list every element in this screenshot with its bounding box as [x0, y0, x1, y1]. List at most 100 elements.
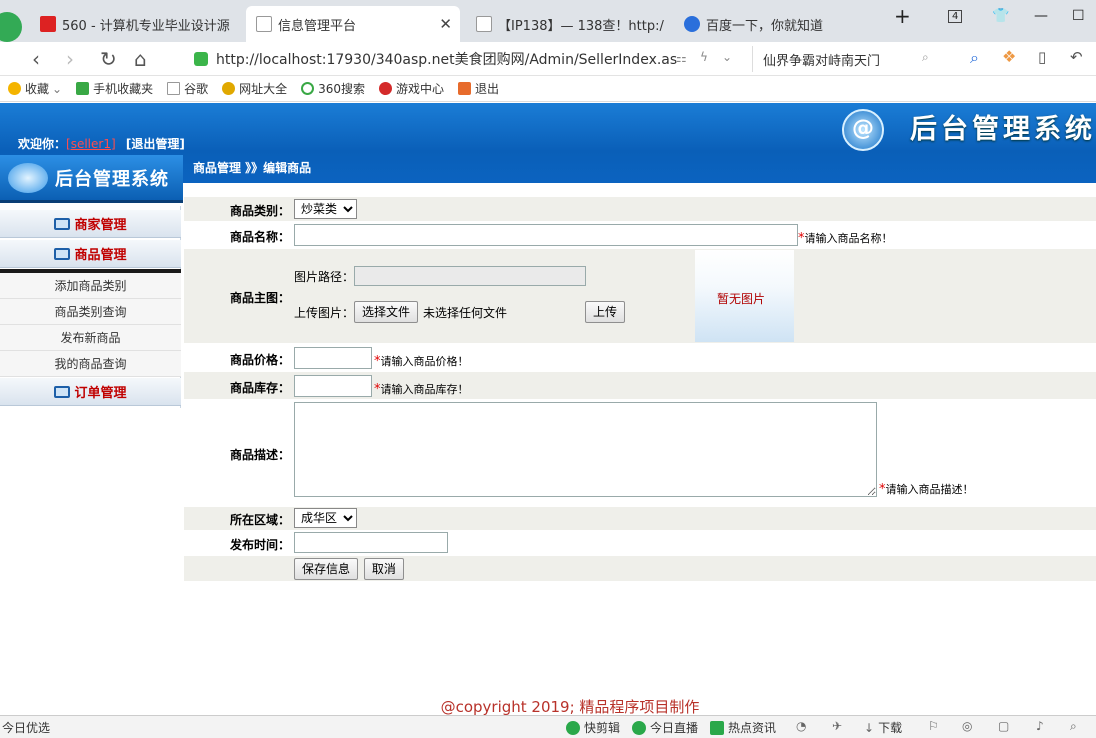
- sidebar-logo: 后台管理系统: [0, 155, 183, 203]
- flag-icon[interactable]: ⚐: [928, 719, 939, 733]
- browser-tab-1[interactable]: 信息管理平台 ✕: [246, 6, 460, 42]
- shirt-icon[interactable]: 👕: [992, 8, 1009, 24]
- bookmark-label: 退出: [475, 82, 500, 96]
- browser-icon[interactable]: ◎: [962, 719, 972, 733]
- url-field[interactable]: http://localhost:17930/340asp.net美食团购网/A…: [186, 45, 746, 73]
- bookmark-favorites[interactable]: 收藏 ⌄: [8, 80, 62, 97]
- live-icon: [632, 720, 646, 735]
- bookmark-exit[interactable]: 退出: [458, 80, 499, 97]
- maximize-icon[interactable]: ☐: [1072, 8, 1085, 24]
- stock-input[interactable]: [294, 375, 372, 397]
- sidebar-logo-text: 后台管理系统: [55, 169, 169, 190]
- search-input[interactable]: 仙界争霸对峙南天门: [752, 46, 948, 72]
- browser-tab-2[interactable]: 【IP138】— 138查！http:/: [466, 6, 666, 42]
- price-label: 商品价格：: [229, 353, 290, 367]
- close-tab-icon[interactable]: ✕: [439, 15, 452, 33]
- chevron-down-icon[interactable]: ⌄: [722, 50, 732, 64]
- tab-title: 560 - 计算机专业毕业设计源: [62, 18, 230, 34]
- bookmark-label: 游戏中心: [396, 82, 445, 96]
- status-item-download[interactable]: ↓ 下载: [864, 719, 902, 736]
- stock-label: 商品库存：: [229, 381, 290, 395]
- stock-hint: 请输入商品库存！: [380, 383, 469, 396]
- name-label: 商品名称：: [229, 230, 290, 244]
- zoom-icon[interactable]: ⌕: [1070, 719, 1077, 734]
- page-icon: [167, 82, 181, 95]
- image-label: 商品主图：: [229, 291, 290, 305]
- name-hint: 请输入商品名称！: [804, 232, 893, 245]
- sidebar-item-category-query[interactable]: 商品类别查询: [0, 299, 181, 325]
- price-input[interactable]: [294, 347, 372, 369]
- save-button[interactable]: 保存信息: [294, 558, 359, 580]
- qr-code-icon[interactable]: ⚏: [676, 51, 687, 65]
- image-path-input: [354, 266, 587, 286]
- sidebar-group-product[interactable]: 商品管理: [0, 240, 181, 268]
- search-engine-icon[interactable]: ⌕: [970, 48, 979, 68]
- menu-icon: [54, 385, 71, 398]
- sidebar-group-label: 商家管理: [74, 218, 127, 233]
- description-row: 商品描述： * 请输入商品描述！: [184, 400, 1096, 506]
- bookmarks-bar: 收藏 ⌄ 手机收藏夹 谷歌 网址大全 360搜索 游戏中心 退出: [0, 76, 1096, 102]
- status-item-news[interactable]: 热点资讯: [710, 719, 776, 736]
- action-row: 保存信息 取消: [184, 556, 1096, 581]
- no-image-text: 暂无图片: [717, 292, 766, 306]
- back-icon[interactable]: ‹: [32, 47, 40, 71]
- apps-icon[interactable]: ❖: [1002, 47, 1016, 66]
- reload-icon[interactable]: ↻: [100, 47, 117, 71]
- minimize-icon[interactable]: —: [1034, 8, 1048, 24]
- search-icon[interactable]: ⌕: [922, 50, 929, 65]
- region-select[interactable]: 成华区: [294, 508, 357, 528]
- undo-icon[interactable]: ↶: [1070, 48, 1083, 66]
- bookmark-360-search[interactable]: 360搜索: [301, 80, 365, 97]
- bookmark-label: 网址大全: [239, 82, 288, 96]
- bookmark-label: 360搜索: [318, 82, 366, 96]
- category-label: 商品类别：: [229, 204, 290, 218]
- description-label: 商品描述：: [229, 448, 290, 462]
- star-icon: [8, 82, 21, 95]
- browser-tab-3[interactable]: 百度一下，你就知道: [674, 6, 874, 42]
- home-icon[interactable]: ⌂: [134, 47, 147, 71]
- image-path-label: 图片路径：: [294, 269, 355, 284]
- product-name-input[interactable]: [294, 224, 798, 246]
- publish-time-input[interactable]: [294, 532, 448, 553]
- choose-file-button[interactable]: 选择文件: [354, 301, 419, 323]
- lightning-icon[interactable]: ϟ: [700, 50, 708, 64]
- volume-icon[interactable]: ♪: [1036, 719, 1044, 733]
- bookmark-game-center[interactable]: 游戏中心: [379, 80, 444, 97]
- status-item-live[interactable]: 今日直播: [632, 719, 698, 736]
- sidebar-group-label: 商品管理: [74, 248, 127, 263]
- status-item-label: 热点资讯: [728, 721, 777, 735]
- category-row: 商品类别： 炒菜类: [184, 197, 1096, 221]
- no-file-text: 未选择任何文件: [423, 305, 508, 320]
- sidebar-item-my-products[interactable]: 我的商品查询: [0, 351, 181, 377]
- page-icon: [476, 16, 492, 32]
- forward-icon[interactable]: ›: [66, 47, 74, 71]
- new-tab-button[interactable]: +: [894, 4, 911, 28]
- bookmark-google[interactable]: 谷歌: [167, 80, 208, 97]
- sidebar-group-orders[interactable]: 订单管理: [0, 378, 181, 406]
- username-link[interactable]: [seller1]: [66, 137, 116, 151]
- upload-button[interactable]: 上传: [585, 301, 626, 323]
- device-icon[interactable]: ▯: [1038, 48, 1046, 66]
- status-left-text[interactable]: 今日优选: [2, 719, 50, 736]
- browser-tab-0[interactable]: 560 - 计算机专业毕业设计源: [30, 6, 244, 42]
- category-select[interactable]: 炒菜类: [294, 199, 357, 219]
- cancel-button[interactable]: 取消: [363, 558, 404, 580]
- speed-icon[interactable]: ◔: [796, 719, 806, 733]
- status-item-label: 下载: [878, 721, 903, 735]
- status-item-clip[interactable]: 快剪辑: [566, 719, 620, 736]
- pin-icon[interactable]: ✈: [832, 719, 842, 733]
- sidebar: 商家管理 商品管理 添加商品类别 商品类别查询 发布新商品 我的商品查询 订单管…: [0, 206, 181, 408]
- stock-row: 商品库存： * 请输入商品库存！: [184, 372, 1096, 399]
- globe-logo-icon: [8, 163, 48, 193]
- tab-count-badge[interactable]: 4: [948, 10, 963, 23]
- bookmark-mobile[interactable]: 手机收藏夹: [76, 80, 153, 97]
- description-textarea[interactable]: [294, 402, 877, 497]
- sidebar-item-publish-product[interactable]: 发布新商品: [0, 325, 181, 351]
- sidebar-group-label: 订单管理: [74, 386, 127, 401]
- price-row: 商品价格： * 请输入商品价格！: [184, 344, 1096, 371]
- bookmark-directory[interactable]: 网址大全: [222, 80, 287, 97]
- sidebar-item-add-category[interactable]: 添加商品类别: [0, 273, 181, 299]
- logout-link[interactable]: [退出管理]: [126, 137, 185, 151]
- window-icon[interactable]: ▢: [998, 719, 1009, 733]
- sidebar-group-merchant[interactable]: 商家管理: [0, 210, 181, 238]
